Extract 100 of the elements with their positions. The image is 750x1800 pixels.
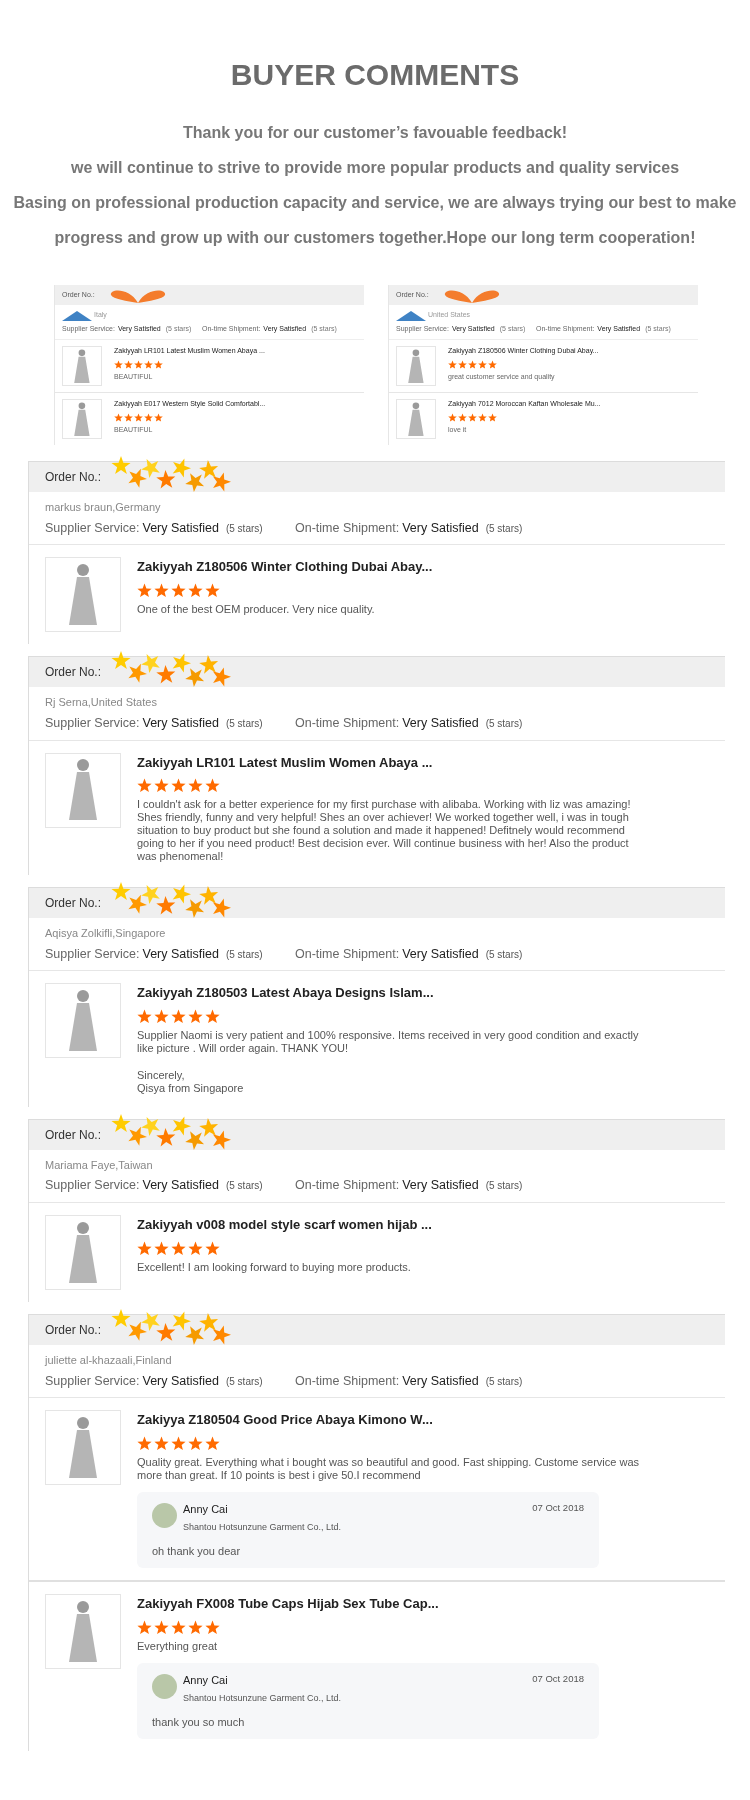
avatar <box>152 1673 177 1699</box>
reply-company: Shantou Hotsunzune Garment Co., Ltd. <box>183 1692 342 1706</box>
buyer-name: Aqisya Zolkifli,Singapore <box>45 926 166 941</box>
star-icon <box>154 1619 169 1635</box>
star-icon <box>154 1435 169 1451</box>
star-icon <box>171 1008 186 1024</box>
reply-author: Anny Cai <box>183 1501 229 1517</box>
star-icon <box>468 359 477 369</box>
star-icon <box>154 778 169 793</box>
star-icon <box>478 359 487 369</box>
product-title[interactable]: Zakiyyah v008 model style scarf women hijab ... <box>137 1215 677 1235</box>
star-icon <box>137 778 152 793</box>
star-icon <box>458 412 467 422</box>
star-icon <box>205 1435 220 1451</box>
buyer-name: markus braun,Germany <box>45 500 161 515</box>
star-icon <box>124 359 133 369</box>
star-icon <box>188 1619 203 1635</box>
rating-stars-text: (5 stars) <box>485 716 523 731</box>
rating-label: On-time Shipment: <box>295 519 400 537</box>
star-icon <box>154 412 163 422</box>
rating-label: On-time Shipment: <box>295 945 400 963</box>
product-title[interactable]: Zakiyyah LR101 Latest Muslim Women Abaya ... <box>137 752 677 772</box>
reply-date: 07 Oct 2018 <box>532 1671 584 1686</box>
product-title[interactable]: Zakiyyah FX008 Tube Caps Hijab Sex Tube Cap... <box>137 1594 677 1614</box>
product-photo <box>396 399 436 439</box>
star-icon <box>144 412 153 422</box>
rating-stars-text: (5 stars) <box>225 521 263 536</box>
star-icon <box>154 1240 169 1256</box>
rating-label: Supplier Service: <box>45 714 140 732</box>
star-icon <box>114 412 123 422</box>
reply-company: Shantou Hotsunzune Garment Co., Ltd. <box>183 1521 342 1535</box>
star-icon <box>205 778 220 793</box>
star-icon <box>124 412 133 422</box>
intro-text: Basing on professional production capacity and service, we are always trying our best to make progress and grow up with our customers together.Hope our long term cooperation! <box>12 193 738 248</box>
star-icon <box>171 1435 186 1451</box>
reply-date: 07 Oct 2018 <box>532 1500 584 1515</box>
star-icon <box>205 1240 220 1256</box>
product-title[interactable]: Zakiyyah Z180506 Winter Clothing Dubai Abay... <box>137 557 677 577</box>
rating-label: Supplier Service: <box>45 945 140 963</box>
review-comment: Sincerely, Qisya from Singapore <box>137 1068 245 1095</box>
review-comment: Supplier Naomi is very patient and 100% responsive. Items received in very good condition and exactly like picture . Will order again. THANK YOU! <box>137 1028 640 1055</box>
rating-value: Very Satisfied <box>402 1372 479 1390</box>
reply-author: Anny Cai <box>183 1672 229 1688</box>
star-icon <box>154 359 163 369</box>
product-photo <box>62 346 102 386</box>
triangle-sticker-drawing <box>62 310 92 321</box>
rating-value: Very Satisfied <box>142 945 219 963</box>
rating-stars-text: (5 stars) <box>485 1374 523 1389</box>
star-icon <box>137 1435 152 1451</box>
reply-text: oh thank you dear <box>152 1543 242 1559</box>
rating-value: Very Satisfied <box>142 1177 219 1195</box>
rating-value: Very Satisfied <box>402 714 479 732</box>
star-icon <box>488 359 497 369</box>
review-comment: I couldn't ask for a better experience for my first purchase with alibaba. Working with liz was amazing! Shes friendly, funny and very helpful! Shes an over achiever! We worked together well, i was in tough situation to buy product but she found a solution and made it happened! Defitnely would recommend going to her if you need product! Best decision ever. Will continue business with her! Also the product was phenomenal! <box>137 798 632 863</box>
product-title[interactable]: Zakiyya Z180504 Good Price Abaya Kimono W... <box>137 1410 677 1430</box>
buyer-name: juliette al-khazaali,Finland <box>45 1353 172 1368</box>
rating-label: Supplier Service: <box>45 1177 140 1195</box>
star-icon <box>205 1619 220 1635</box>
star-icon <box>448 359 457 369</box>
rating-value: Very Satisfied <box>402 519 479 537</box>
rating-stars-text: (5 stars) <box>225 1374 263 1389</box>
star-icon <box>188 1435 203 1451</box>
review-comment: Everything great <box>137 1639 219 1653</box>
star-icon <box>134 412 143 422</box>
star-icon <box>488 412 497 422</box>
rating-stars-text: (5 stars) <box>225 716 263 731</box>
star-icon <box>171 778 186 793</box>
triangle-sticker-drawing <box>396 310 426 321</box>
intro-text: we will continue to strive to provide more popular products and quality services <box>70 158 680 178</box>
star-icon <box>137 1008 152 1024</box>
review-comment: Excellent! I am looking forward to buying more products. <box>137 1260 412 1274</box>
review-comment: One of the best OEM producer. Very nice quality. <box>137 602 376 616</box>
rating-label: On-time Shipment: <box>295 1177 400 1195</box>
star-icon <box>137 1240 152 1256</box>
review-comment: Quality great. Everything what i bought was so beautiful and good. Fast shipping. Custome service was more than great. If 10 points is best i give 50.I recommend <box>137 1455 640 1482</box>
star-icon <box>448 412 457 422</box>
rating-label: On-time Shipment: <box>295 714 400 732</box>
rating-value: Very Satisfied <box>142 519 219 537</box>
buyer-name: Mariama Faye,Taiwan <box>45 1157 153 1173</box>
intro-text: Thank you for our customer’s favouable feedback! <box>182 123 568 143</box>
star-icon <box>188 1240 203 1256</box>
star-icon <box>171 1619 186 1635</box>
rating-label: On-time Shipment: <box>295 1372 400 1390</box>
star-icon <box>188 582 203 598</box>
order-number-label: Order No.: <box>45 1126 101 1144</box>
product-title[interactable]: Zakiyyah Z180503 Latest Abaya Designs Islam... <box>137 983 677 1003</box>
section-heading: BUYER COMMENTS <box>229 57 521 93</box>
star-icon <box>137 582 152 598</box>
order-number-label: Order No.: <box>45 895 101 912</box>
rating-stars-text: (5 stars) <box>485 521 523 536</box>
reply-text: thank you so much <box>152 1714 246 1730</box>
star-icon <box>137 1619 152 1635</box>
star-icon <box>478 412 487 422</box>
star-icon <box>171 1240 186 1256</box>
rating-label: Supplier Service: <box>45 519 140 537</box>
star-icon <box>154 582 169 598</box>
rating-stars-text: (5 stars) <box>225 947 263 962</box>
star-icon <box>154 1008 169 1024</box>
rating-label: Supplier Service: <box>45 1372 140 1390</box>
star-icon <box>134 359 143 369</box>
